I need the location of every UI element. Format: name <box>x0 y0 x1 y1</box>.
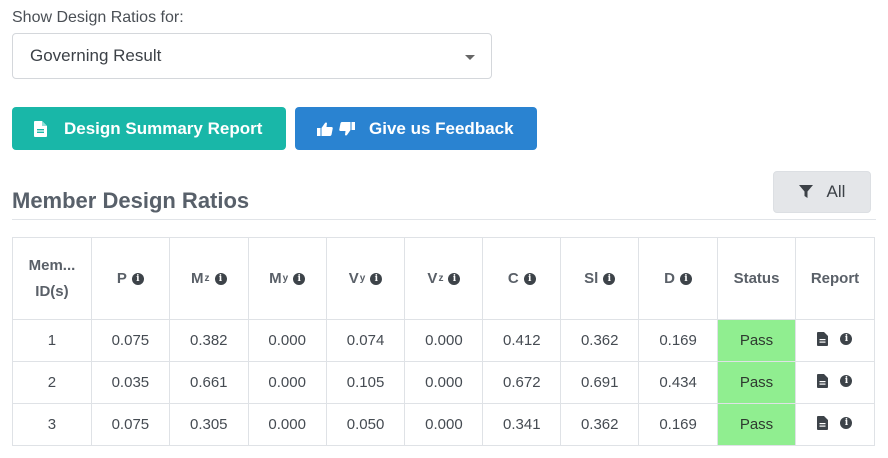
info-icon[interactable]: i <box>370 272 383 285</box>
col-c-label: C <box>507 270 519 287</box>
col-my: Myi <box>247 237 327 320</box>
col-vy-label: V <box>348 270 359 287</box>
col-vz-sub: z <box>438 273 444 284</box>
col-vz-label: V <box>427 270 438 287</box>
filter-all-button[interactable]: All <box>773 171 871 213</box>
design-summary-report-label: Design Summary Report <box>64 118 263 138</box>
col-member-id: Mem... ID(s) <box>12 237 92 320</box>
design-ratios-label: Show Design Ratios for: <box>12 9 184 26</box>
cell-d: 0.169 <box>638 403 719 446</box>
info-icon[interactable]: i <box>840 374 853 387</box>
col-p-label: P <box>116 270 127 287</box>
info-icon[interactable]: i <box>293 272 306 285</box>
info-icon[interactable]: i <box>840 416 853 429</box>
chevron-down-icon <box>465 55 475 60</box>
cell-c: 0.341 <box>482 403 562 446</box>
col-d-label: D <box>664 270 676 287</box>
cell-d: 0.169 <box>638 319 719 362</box>
section-divider <box>12 219 876 220</box>
col-vy: Vyi <box>325 237 406 320</box>
file-icon[interactable] <box>817 415 829 430</box>
col-mz-label: M <box>191 270 204 287</box>
info-icon[interactable]: i <box>680 272 693 285</box>
cell-report: i <box>794 361 876 404</box>
cell-vy: 0.105 <box>325 361 406 404</box>
info-icon[interactable]: i <box>214 272 227 285</box>
cell-vz: 0.000 <box>404 361 484 404</box>
col-member-id-label-2: ID(s) <box>35 282 69 300</box>
table-header-row: Mem... ID(s) Pi Mzi Myi Vyi Vzi Ci Sl i D… <box>12 237 876 320</box>
filter-all-label: All <box>826 182 846 201</box>
col-mz-sub: z <box>204 273 210 284</box>
cell-report: i <box>794 403 876 446</box>
info-icon[interactable]: i <box>603 272 616 285</box>
cell-sl: 0.362 <box>560 403 640 446</box>
info-icon[interactable]: i <box>523 272 536 285</box>
filter-icon <box>798 185 813 198</box>
cell-p: 0.035 <box>90 361 170 404</box>
design-ratios-select[interactable]: Governing Result <box>12 33 492 79</box>
cell-my: 0.000 <box>247 361 327 404</box>
file-icon[interactable] <box>817 373 829 388</box>
col-mz: Mzi <box>168 237 249 320</box>
cell-report: i <box>794 319 876 362</box>
cell-member-id: 2 <box>12 361 92 404</box>
table-row: 2 0.035 0.661 0.000 0.105 0.000 0.672 0.… <box>12 361 876 404</box>
cell-p: 0.075 <box>90 403 170 446</box>
cell-sl: 0.691 <box>560 361 640 404</box>
cell-c: 0.672 <box>482 361 562 404</box>
member-design-ratios-table: Mem... ID(s) Pi Mzi Myi Vyi Vzi Ci Sl i D… <box>12 237 876 446</box>
file-text-icon <box>34 120 47 137</box>
cell-p: 0.075 <box>90 319 170 362</box>
thumbs-down-icon <box>339 121 355 135</box>
cell-member-id: 3 <box>12 403 92 446</box>
cell-member-id: 1 <box>12 319 92 362</box>
table-row: 1 0.075 0.382 0.000 0.074 0.000 0.412 0.… <box>12 319 876 362</box>
status-badge: Pass <box>717 319 796 362</box>
design-summary-report-button[interactable]: Design Summary Report <box>12 107 286 150</box>
col-sl: Sl i <box>560 237 640 320</box>
status-badge: Pass <box>717 361 796 404</box>
col-sl-label: Sl <box>584 270 599 287</box>
file-icon[interactable] <box>817 331 829 346</box>
status-badge: Pass <box>717 403 796 446</box>
col-report: Report <box>794 237 876 320</box>
cell-vz: 0.000 <box>404 403 484 446</box>
cell-vy: 0.074 <box>325 319 406 362</box>
table-row: 3 0.075 0.305 0.000 0.050 0.000 0.341 0.… <box>12 403 876 446</box>
col-status: Status <box>717 237 796 320</box>
cell-my: 0.000 <box>247 319 327 362</box>
col-vz: Vzi <box>404 237 484 320</box>
give-feedback-button[interactable]: Give us Feedback <box>295 107 537 150</box>
cell-mz: 0.305 <box>168 403 249 446</box>
cell-mz: 0.661 <box>168 361 249 404</box>
cell-sl: 0.362 <box>560 319 640 362</box>
give-feedback-label: Give us Feedback <box>369 118 514 138</box>
col-my-label: M <box>269 270 282 287</box>
cell-mz: 0.382 <box>168 319 249 362</box>
section-title: Member Design Ratios <box>12 188 250 213</box>
table-body: 1 0.075 0.382 0.000 0.074 0.000 0.412 0.… <box>12 319 876 446</box>
cell-c: 0.412 <box>482 319 562 362</box>
design-ratios-select-value: Governing Result <box>30 46 162 65</box>
col-vy-sub: y <box>359 273 366 284</box>
cell-d: 0.434 <box>638 361 719 404</box>
col-c: Ci <box>482 237 562 320</box>
col-d: Di <box>638 237 719 320</box>
col-p: Pi <box>90 237 170 320</box>
cell-vz: 0.000 <box>404 319 484 362</box>
info-icon[interactable]: i <box>131 272 144 285</box>
col-my-sub: y <box>282 273 289 284</box>
cell-my: 0.000 <box>247 403 327 446</box>
thumbs-up-icon <box>317 122 333 136</box>
info-icon[interactable]: i <box>448 272 461 285</box>
cell-vy: 0.050 <box>325 403 406 446</box>
col-member-id-label: Mem... <box>28 256 76 274</box>
info-icon[interactable]: i <box>840 332 853 345</box>
